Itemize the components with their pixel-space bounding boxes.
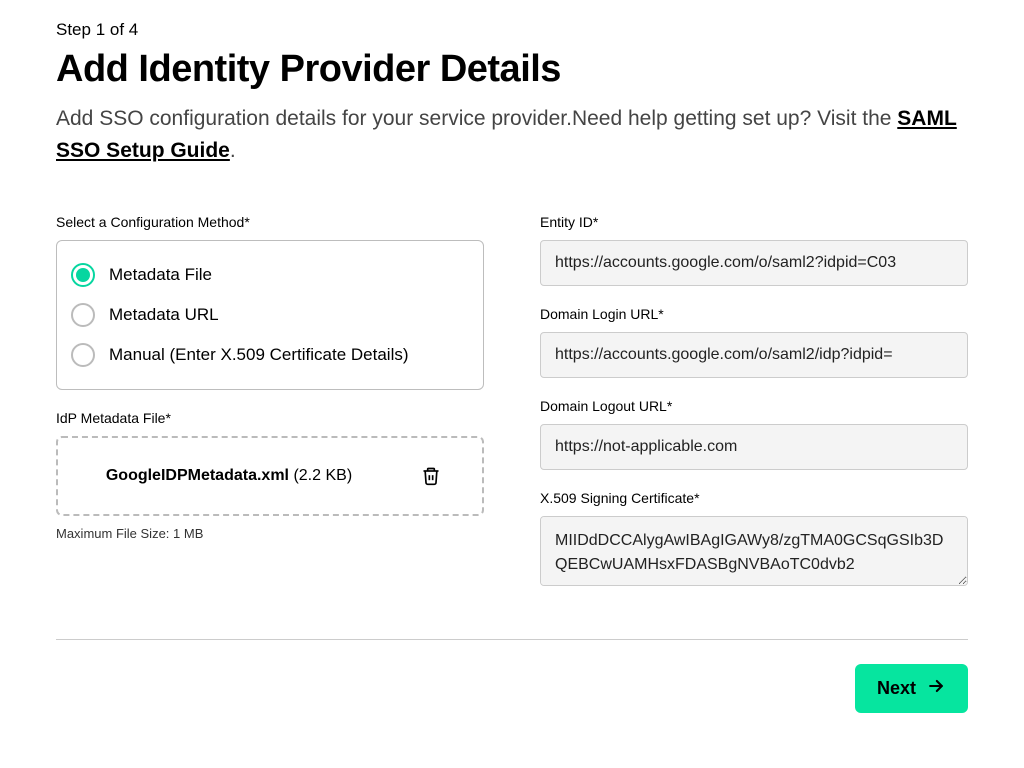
page-subtitle: Add SSO configuration details for your s… (56, 103, 968, 166)
file-upload-box[interactable]: GoogleIDPMetadata.xml (2.2 KB) (56, 436, 484, 516)
uploaded-file-size: (2.2 KB) (293, 467, 352, 484)
next-button[interactable]: Next (855, 664, 968, 713)
next-button-label: Next (877, 678, 916, 699)
config-method-field: Select a Configuration Method* Metadata … (56, 214, 484, 390)
logout-url-label: Domain Logout URL* (540, 398, 968, 414)
radio-icon (71, 303, 95, 327)
subtitle-text-2: Need help getting set up? Visit the (572, 107, 897, 130)
logout-url-input[interactable] (540, 424, 968, 470)
subtitle-text-1: Add SSO configuration details for your s… (56, 107, 572, 130)
cert-label: X.509 Signing Certificate* (540, 490, 968, 506)
radio-icon (71, 343, 95, 367)
metadata-file-label: IdP Metadata File* (56, 410, 484, 426)
uploaded-file-info: GoogleIDPMetadata.xml (2.2 KB) (99, 464, 359, 488)
radio-icon (71, 263, 95, 287)
cert-textarea[interactable] (540, 516, 968, 586)
radio-option-metadata-file[interactable]: Metadata File (71, 255, 469, 295)
entity-id-input[interactable] (540, 240, 968, 286)
max-file-size-hint: Maximum File Size: 1 MB (56, 526, 484, 541)
radio-option-metadata-url[interactable]: Metadata URL (71, 295, 469, 335)
cert-field: X.509 Signing Certificate* (540, 490, 968, 591)
login-url-label: Domain Login URL* (540, 306, 968, 322)
left-column: Select a Configuration Method* Metadata … (56, 214, 484, 561)
step-indicator: Step 1 of 4 (56, 20, 968, 40)
config-method-label: Select a Configuration Method* (56, 214, 484, 230)
radio-label-metadata-file: Metadata File (109, 265, 212, 285)
wizard-footer: Next (56, 664, 968, 713)
logout-url-field: Domain Logout URL* (540, 398, 968, 470)
entity-id-label: Entity ID* (540, 214, 968, 230)
arrow-right-icon (926, 676, 946, 701)
login-url-field: Domain Login URL* (540, 306, 968, 378)
metadata-file-field: IdP Metadata File* GoogleIDPMetadata.xml… (56, 410, 484, 541)
entity-id-field: Entity ID* (540, 214, 968, 286)
radio-label-metadata-url: Metadata URL (109, 305, 219, 325)
page-title: Add Identity Provider Details (56, 48, 968, 91)
footer-divider (56, 639, 968, 640)
radio-label-manual: Manual (Enter X.509 Certificate Details) (109, 345, 409, 365)
right-column: Entity ID* Domain Login URL* Domain Logo… (540, 214, 968, 591)
trash-icon[interactable] (421, 466, 441, 486)
subtitle-period: . (230, 139, 236, 162)
login-url-input[interactable] (540, 332, 968, 378)
form-grid: Select a Configuration Method* Metadata … (56, 214, 968, 591)
config-method-radio-group: Metadata File Metadata URL Manual (Enter… (56, 240, 484, 390)
radio-option-manual[interactable]: Manual (Enter X.509 Certificate Details) (71, 335, 469, 375)
uploaded-file-name: GoogleIDPMetadata.xml (106, 467, 289, 484)
